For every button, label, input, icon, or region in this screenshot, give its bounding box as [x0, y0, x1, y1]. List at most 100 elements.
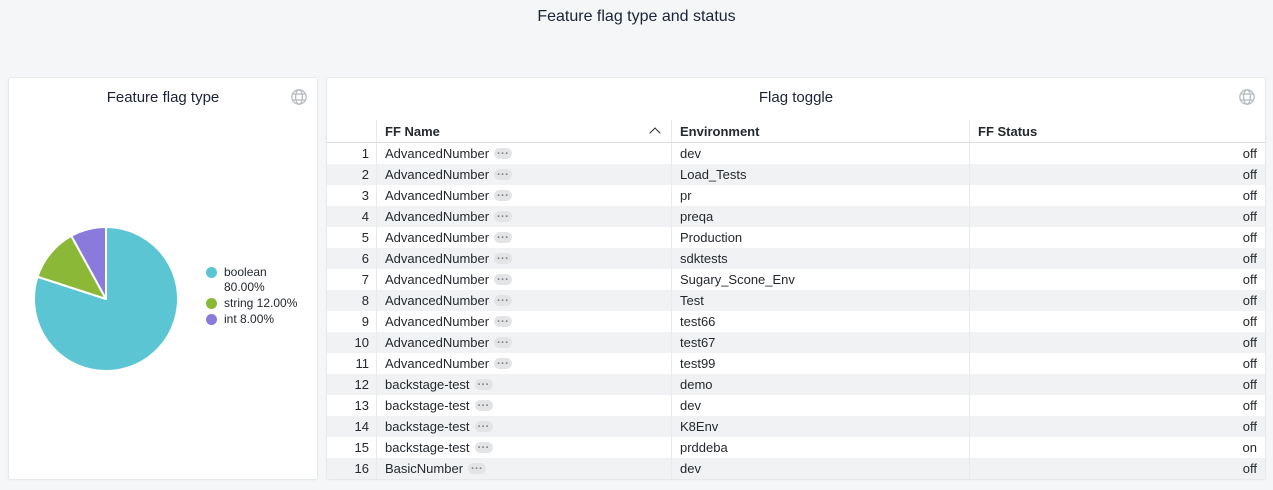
table-body: 1 AdvancedNumber ... dev off 2 AdvancedN…: [327, 143, 1265, 479]
environment-cell: Test: [671, 290, 969, 311]
ff-status-cell: off: [969, 206, 1265, 227]
ff-status-cell: off: [969, 458, 1265, 479]
ff-status-cell: off: [969, 227, 1265, 248]
column-header-ff-status[interactable]: FF Status: [969, 120, 1265, 142]
table-row: 16 BasicNumber ... dev off: [327, 458, 1265, 479]
sort-ascending-icon: [649, 127, 660, 138]
ellipsis-pill-icon[interactable]: ...: [494, 169, 512, 180]
table-row: 13 backstage-test ... dev off: [327, 395, 1265, 416]
ff-name-text: AdvancedNumber: [385, 335, 489, 350]
ff-name-text: BasicNumber: [385, 461, 463, 476]
ff-status-cell: off: [969, 269, 1265, 290]
legend-swatch: [206, 298, 217, 309]
ellipsis-pill-icon[interactable]: ...: [468, 463, 486, 474]
ff-status-cell: off: [969, 353, 1265, 374]
ff-name-cell: AdvancedNumber ...: [376, 332, 671, 353]
ff-status-cell: off: [969, 248, 1265, 269]
table-row: 15 backstage-test ... prddeba on: [327, 437, 1265, 458]
environment-cell: Sugary_Scone_Env: [671, 269, 969, 290]
ff-name-cell: AdvancedNumber ...: [376, 206, 671, 227]
table-row: 2 AdvancedNumber ... Load_Tests off: [327, 164, 1265, 185]
ellipsis-pill-icon[interactable]: ...: [494, 358, 512, 369]
legend-label: boolean80.00%: [224, 265, 267, 295]
row-number-cell: 13: [327, 395, 376, 416]
legend-swatch: [206, 314, 217, 325]
ff-name-text: AdvancedNumber: [385, 167, 489, 182]
ellipsis-pill-icon[interactable]: ...: [494, 316, 512, 327]
ellipsis-pill-icon[interactable]: ...: [494, 337, 512, 348]
table-header-row: FF Name Environment FF Status: [327, 120, 1265, 143]
ellipsis-pill-icon[interactable]: ...: [475, 379, 493, 390]
panel-flag-toggle: Flag toggle FF Name Environment FF Statu…: [326, 77, 1266, 480]
ff-name-cell: AdvancedNumber ...: [376, 311, 671, 332]
table-row: 4 AdvancedNumber ... preqa off: [327, 206, 1265, 227]
legend-item-boolean[interactable]: boolean80.00%: [206, 265, 297, 295]
ff-status-cell: off: [969, 332, 1265, 353]
panel-header: Flag toggle: [327, 78, 1265, 114]
row-number-cell: 16: [327, 458, 376, 479]
table-row: 1 AdvancedNumber ... dev off: [327, 143, 1265, 164]
row-number-cell: 1: [327, 143, 376, 164]
ff-name-cell: AdvancedNumber ...: [376, 248, 671, 269]
ellipsis-pill-icon[interactable]: ...: [494, 148, 512, 159]
column-header-ff-name[interactable]: FF Name: [376, 120, 671, 142]
ellipsis-pill-icon[interactable]: ...: [475, 442, 493, 453]
environment-cell: dev: [671, 143, 969, 164]
ellipsis-pill-icon[interactable]: ...: [475, 421, 493, 432]
ff-status-cell: off: [969, 395, 1265, 416]
globe-icon[interactable]: [1238, 88, 1256, 106]
ellipsis-pill-icon[interactable]: ...: [494, 211, 512, 222]
environment-cell: dev: [671, 395, 969, 416]
ff-name-cell: backstage-test ...: [376, 437, 671, 458]
row-number-cell: 4: [327, 206, 376, 227]
environment-cell: test67: [671, 332, 969, 353]
ff-name-text: AdvancedNumber: [385, 314, 489, 329]
environment-cell: preqa: [671, 206, 969, 227]
ff-status-cell: off: [969, 143, 1265, 164]
table-row: 8 AdvancedNumber ... Test off: [327, 290, 1265, 311]
ff-name-text: backstage-test: [385, 377, 470, 392]
ff-name-text: backstage-test: [385, 440, 470, 455]
ff-name-text: AdvancedNumber: [385, 356, 489, 371]
ff-name-text: backstage-test: [385, 398, 470, 413]
environment-cell: dev: [671, 458, 969, 479]
ff-name-text: AdvancedNumber: [385, 230, 489, 245]
pie-legend: boolean80.00% string 12.00% int 8.00%: [206, 265, 297, 327]
ellipsis-pill-icon[interactable]: ...: [494, 274, 512, 285]
ellipsis-pill-icon[interactable]: ...: [494, 253, 512, 264]
panel-header: Feature flag type: [9, 78, 317, 114]
environment-cell: prddeba: [671, 437, 969, 458]
row-number-cell: 7: [327, 269, 376, 290]
ellipsis-pill-icon[interactable]: ...: [494, 295, 512, 306]
globe-icon[interactable]: [290, 88, 308, 106]
row-number-cell: 14: [327, 416, 376, 437]
environment-cell: Production: [671, 227, 969, 248]
environment-cell: demo: [671, 374, 969, 395]
ellipsis-pill-icon[interactable]: ...: [494, 190, 512, 201]
row-number-cell: 3: [327, 185, 376, 206]
row-number-cell: 12: [327, 374, 376, 395]
ff-name-text: AdvancedNumber: [385, 251, 489, 266]
pie-panel-title[interactable]: Feature flag type: [9, 89, 317, 106]
environment-cell: test99: [671, 353, 969, 374]
ff-name-text: AdvancedNumber: [385, 209, 489, 224]
table-panel-title[interactable]: Flag toggle: [327, 89, 1265, 106]
ff-status-cell: off: [969, 164, 1265, 185]
environment-cell: Load_Tests: [671, 164, 969, 185]
ff-name-cell: backstage-test ...: [376, 395, 671, 416]
row-number-cell: 15: [327, 437, 376, 458]
ellipsis-pill-icon[interactable]: ...: [494, 232, 512, 243]
ff-status-cell: off: [969, 416, 1265, 437]
legend-item-int[interactable]: int 8.00%: [206, 312, 297, 327]
ff-status-cell: on: [969, 437, 1265, 458]
ellipsis-pill-icon[interactable]: ...: [475, 400, 493, 411]
column-header-environment[interactable]: Environment: [671, 120, 969, 142]
ff-status-cell: off: [969, 311, 1265, 332]
ff-name-cell: AdvancedNumber ...: [376, 290, 671, 311]
ff-name-cell: backstage-test ...: [376, 374, 671, 395]
table-row: 9 AdvancedNumber ... test66 off: [327, 311, 1265, 332]
table-row: 11 AdvancedNumber ... test99 off: [327, 353, 1265, 374]
legend-item-string[interactable]: string 12.00%: [206, 296, 297, 311]
ff-status-cell: off: [969, 374, 1265, 395]
table-row: 5 AdvancedNumber ... Production off: [327, 227, 1265, 248]
